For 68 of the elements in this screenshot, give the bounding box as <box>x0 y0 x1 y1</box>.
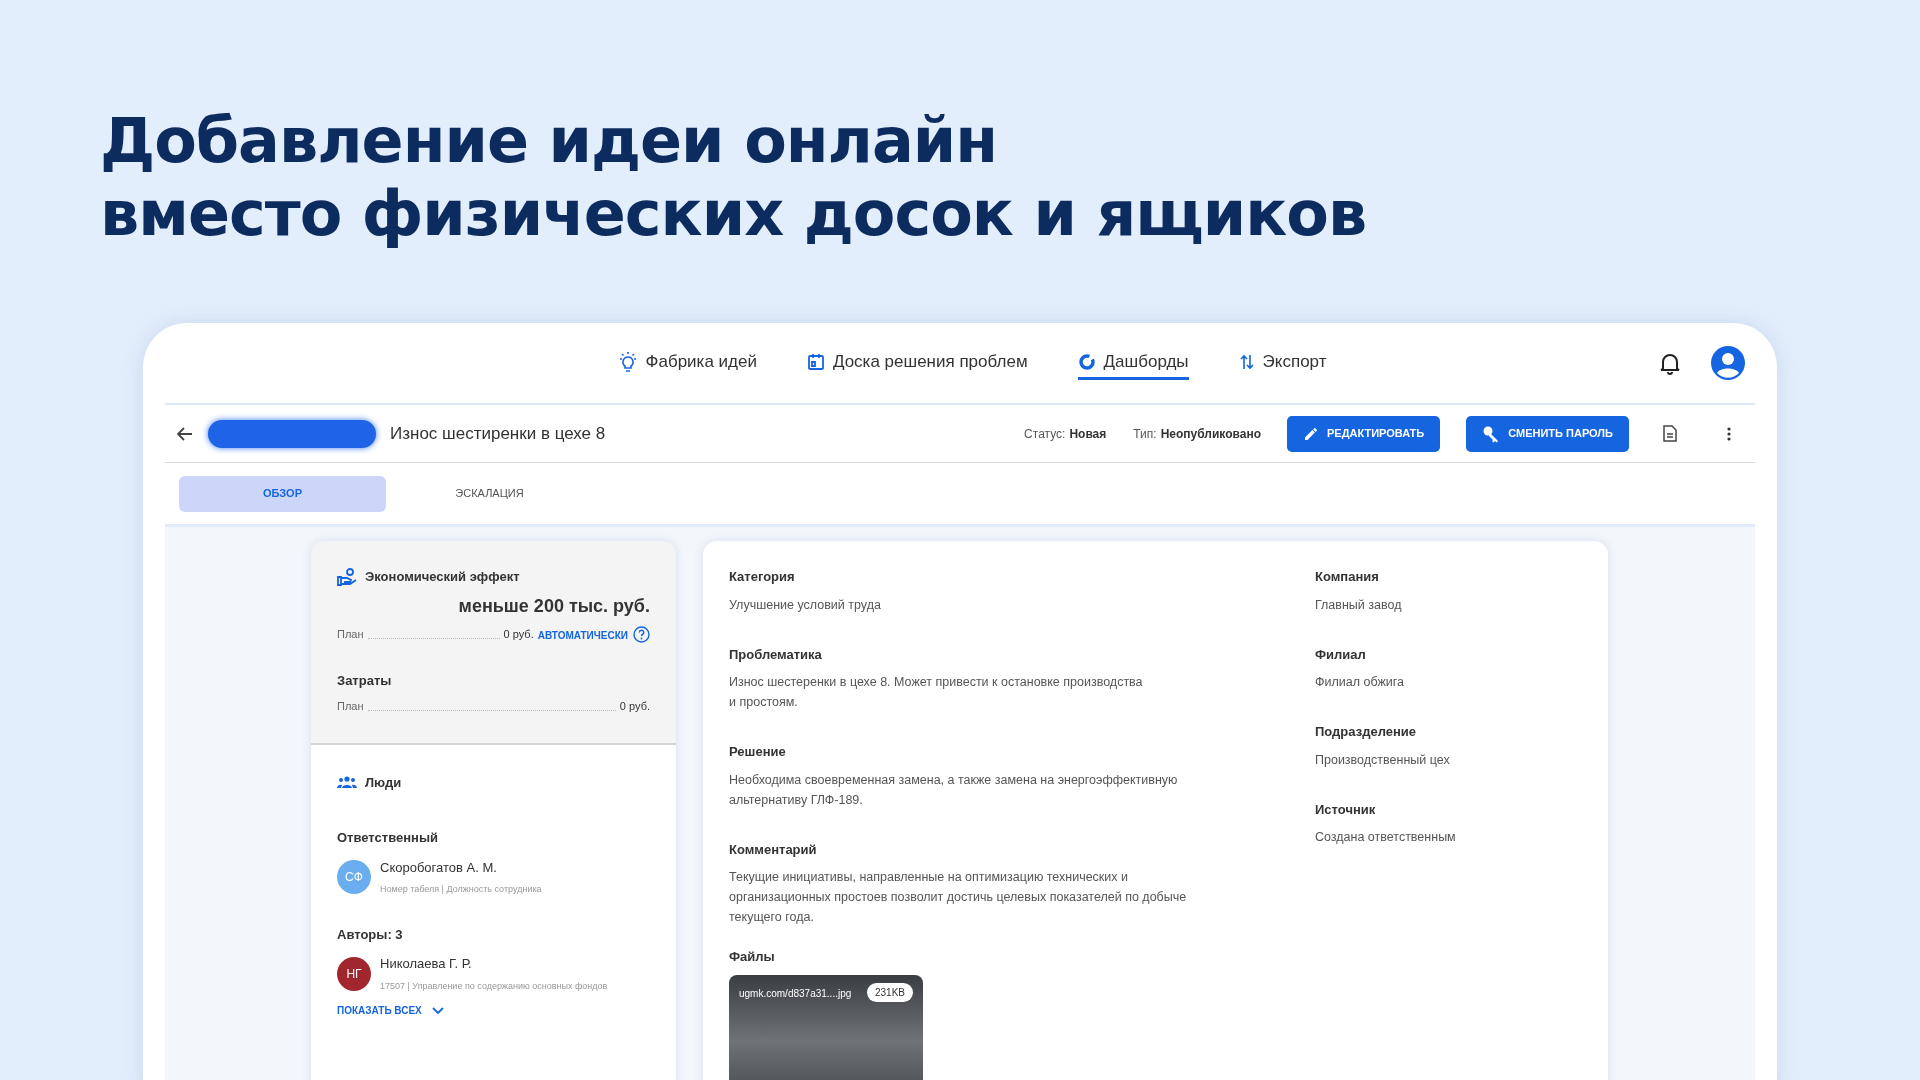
edit-button[interactable]: РЕДАКТИРОВАТЬ <box>1287 415 1441 452</box>
calendar-icon <box>806 352 825 371</box>
plan-value: 0 руб. <box>619 699 650 714</box>
chevron-down-icon <box>431 1006 444 1015</box>
field-label: Решение <box>729 743 787 761</box>
field-label: Филиал <box>1315 645 1367 664</box>
section-title: Люди <box>365 773 402 792</box>
effect-value: меньше 200 тыс. руб. <box>457 594 650 618</box>
more-icon[interactable] <box>1727 426 1731 441</box>
back-arrow-icon[interactable] <box>177 426 193 441</box>
field-value: Необходима своевременная замена, а также замена на энергоэффективную альтернативу ГЛФ-189. <box>729 771 1179 809</box>
field-label: Комментарий <box>729 840 818 859</box>
person-name: Скоробогатов А. М. <box>380 858 498 877</box>
photo-placeholder[interactable]: ugmk.com/d837a31....jpg 231KB <box>729 974 923 1080</box>
section-title: Экономический эффект <box>365 568 520 586</box>
field-value: Улучшение условий труда <box>729 596 882 614</box>
lightbulb-icon <box>617 350 638 373</box>
field-label: Источник <box>1315 800 1377 819</box>
avatar-initials: СФ <box>337 860 371 894</box>
user-avatar-icon[interactable] <box>1711 346 1745 380</box>
document-icon[interactable] <box>1663 425 1677 442</box>
plan-label: План <box>337 627 364 642</box>
help-icon[interactable] <box>633 625 650 643</box>
field-label: Категория <box>729 568 796 586</box>
field-label: Авторы: 3 <box>337 925 404 944</box>
file-name: ugmk.com/d837a31....jpg <box>739 986 852 1001</box>
type-label: Тип: <box>1133 425 1157 443</box>
tab[interactable]: ЭСКАЛАЦИЯ <box>386 475 593 512</box>
field-value: Текущие инициативы, направленные на оптимизацию технических и организационных простоев позволит достичь целевых показателей по добыче текущего года. <box>729 869 1188 926</box>
show-all-button[interactable]: ПОКАЗАТЬ ВСЕХ <box>337 1003 444 1018</box>
bell-icon[interactable] <box>1659 351 1681 375</box>
nav-tab[interactable]: Фабрика идей <box>617 346 757 380</box>
field-value: Главный завод <box>1315 596 1403 614</box>
nav-tab[interactable]: Экспорт <box>1238 346 1327 380</box>
plan-label: План <box>337 699 364 714</box>
headline: вместо физических досок и ящиков <box>100 177 1367 250</box>
status-value: Новая <box>1069 425 1107 443</box>
plan-value: 0 руб. <box>503 627 534 642</box>
tab[interactable]: ОБЗОР <box>179 475 386 512</box>
person-detail: 17507 | Управление по содержанию основных фондов <box>380 979 608 993</box>
people-icon <box>337 775 357 790</box>
key-icon <box>1482 424 1501 443</box>
avatar-initials: НГ <box>337 956 371 991</box>
field-label: Подразделение <box>1315 723 1418 741</box>
section-title: Затраты <box>337 671 393 690</box>
field-value: Производственный цех <box>1315 751 1451 769</box>
field-label: Компания <box>1315 568 1380 586</box>
person-name: Николаева Г. Р. <box>380 955 473 973</box>
record-title: Износ шестиренки в цехе 8 <box>390 422 606 445</box>
field-value: Создана ответственным <box>1315 829 1456 846</box>
file-size-badge: 231KB <box>866 982 913 1002</box>
field-label: Ответственный <box>337 829 439 847</box>
field-label: Файлы <box>729 948 776 966</box>
status-label: Статус: <box>1024 425 1066 443</box>
nav-tab[interactable]: Доска решения проблем <box>806 346 1028 380</box>
headline: Добавление идеи онлайн <box>100 104 999 177</box>
hand-coin-icon <box>337 567 357 586</box>
up-down-arrows-icon <box>1238 352 1255 371</box>
donut-chart-icon <box>1077 352 1096 371</box>
field-value: Износ шестеренки в цехе 8. Может привести к остановке производства и простоям. <box>729 674 1144 711</box>
person-detail: Номер табеля | Должность сотрудника <box>380 883 542 896</box>
nav-tab[interactable]: Дашборды <box>1077 346 1189 380</box>
type-value: Неопубликовано <box>1160 425 1261 443</box>
change-password-button[interactable]: СМЕНИТЬ ПАРОЛЬ <box>1466 415 1629 452</box>
pencil-icon <box>1303 425 1319 442</box>
field-label: Проблематика <box>729 645 823 664</box>
auto-link[interactable]: АВТОМАТИЧЕСКИ <box>537 627 628 643</box>
field-value: Филиал обжига <box>1315 674 1406 691</box>
